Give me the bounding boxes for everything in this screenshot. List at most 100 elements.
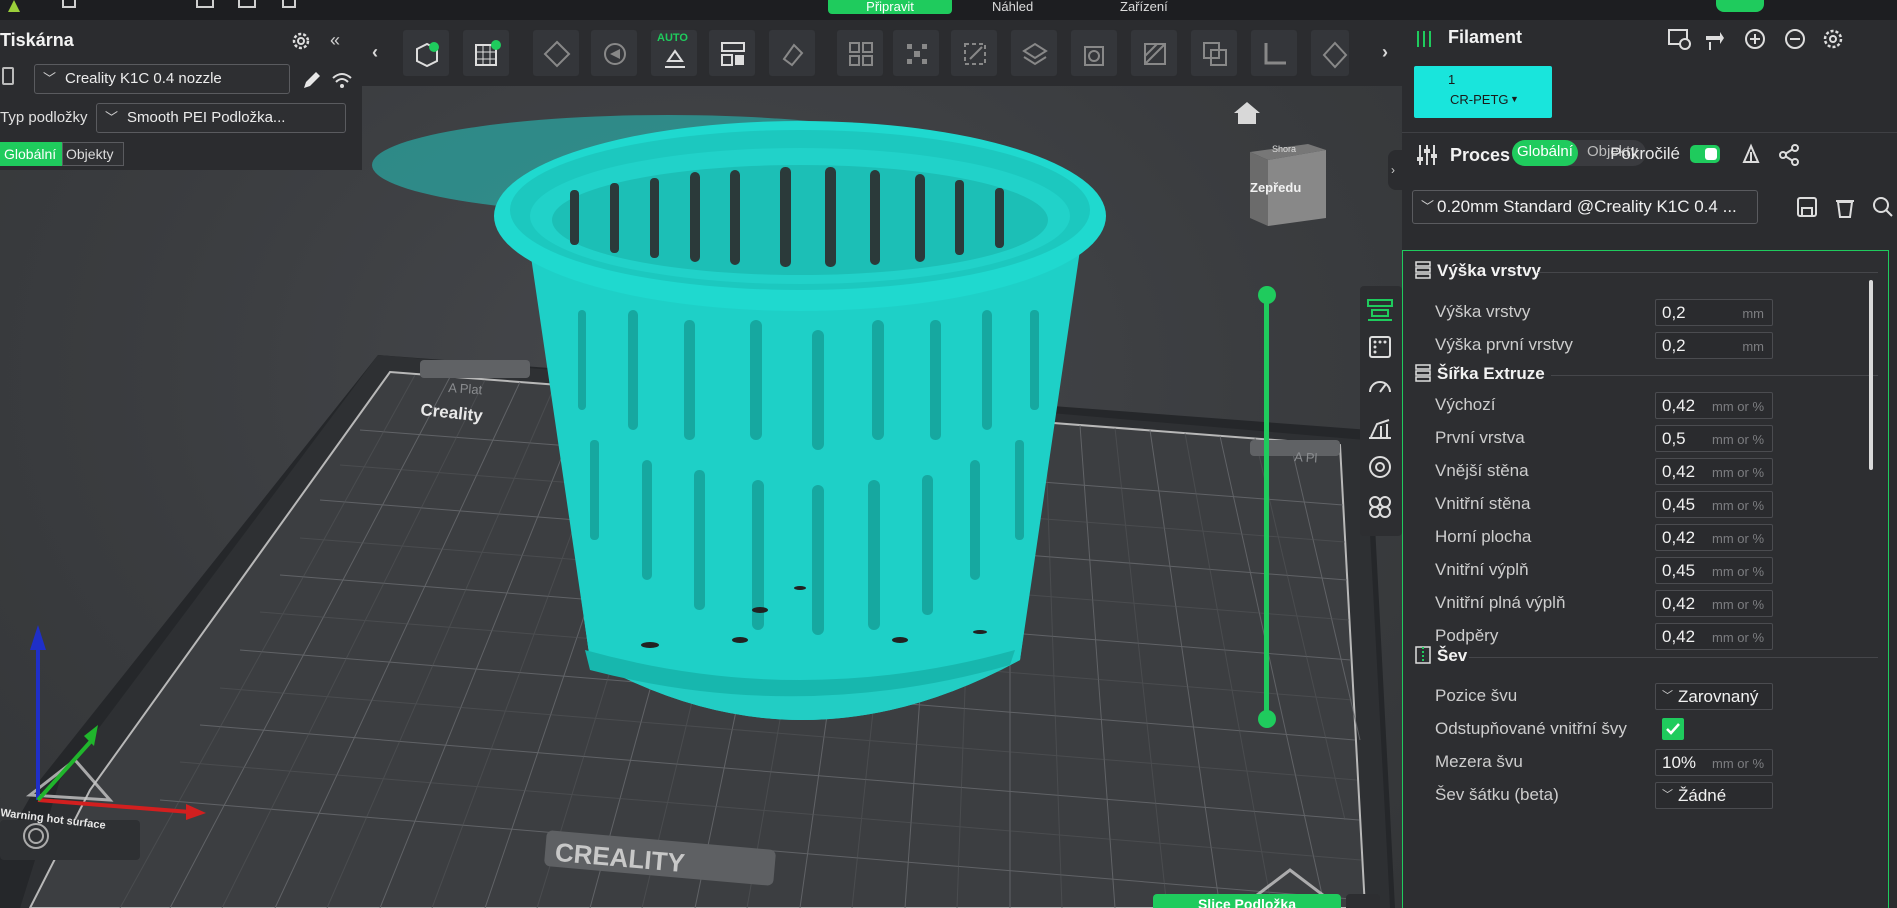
add-filament-icon[interactable] [1742,26,1768,52]
add-object-button[interactable] [402,29,450,77]
support-width-input[interactable]: 0,42 mm or % [1655,623,1773,650]
tab-preview[interactable]: Náhled [992,0,1062,14]
panel-divider [1402,132,1897,133]
cube-top-label: Shora [1272,144,1296,154]
save-icon[interactable] [196,0,214,8]
support-icon[interactable] [1365,412,1395,442]
paint-button[interactable] [768,29,816,77]
top-bar: Připravit Náhled Zařízení [0,0,1897,20]
filament-settings-gear-icon[interactable] [1820,26,1846,52]
scale-button[interactable] [950,29,998,77]
first-layer-height-input[interactable]: 0,2 mm [1655,332,1773,359]
boolean-button[interactable] [1190,29,1238,77]
printer-settings-gear-icon[interactable] [290,30,312,52]
section-line [1538,272,1878,273]
delete-preset-icon[interactable] [1832,194,1858,220]
seam-paint-button[interactable] [1130,29,1178,77]
toolbar-scroll-left-icon[interactable]: ‹ [372,42,378,63]
right-settings-panel: Filament 1 CR-PETG ▼ Proces Globální Obj… [1402,20,1897,908]
multimaterial-icon[interactable] [1365,492,1395,522]
scarf-seam-select[interactable]: ﹀ Žádné [1655,782,1773,809]
advanced-switch[interactable] [1690,145,1720,163]
process-preset-select[interactable]: ﹀ 0.20mm Standard @Creality K1C 0.4 ... [1412,190,1758,224]
printer-title: Tiskárna [0,30,74,50]
save-preset-icon[interactable] [1794,194,1820,220]
file-menu-icon[interactable] [62,0,76,8]
inner-wall-width-label: Vnitřní stěna [1435,494,1531,513]
measure-button[interactable] [1250,29,1298,77]
remove-filament-icon[interactable] [1782,26,1808,52]
outer-wall-width-input[interactable]: 0,42 mm or % [1655,458,1773,485]
process-settings-list[interactable]: Výška vrstvy Výška vrstvy 0,2 mm Výška pr… [1402,250,1889,908]
chevron-down-icon: ﹀ [1421,199,1435,214]
advanced-label: Pokročilé [1610,144,1680,163]
filament-dryer-icon[interactable] [1702,26,1728,52]
filament-title: Filament [1448,27,1523,47]
tab-device[interactable]: Zařízení [1120,0,1200,14]
seam-gap-input[interactable]: 10% mm or % [1655,749,1773,776]
layer-height-icon[interactable] [1365,294,1395,324]
line-width-section-icon [1415,364,1431,382]
layer-slider-track[interactable] [1264,294,1269,720]
filament-sync-icon[interactable] [1666,26,1692,52]
tab-prepare[interactable]: Připravit [828,0,952,14]
wall-icon[interactable] [1365,332,1395,362]
top-surface-width-input[interactable]: 0,42 mm or % [1655,524,1773,551]
arrange-button[interactable] [532,29,580,77]
staggered-seams-checkbox[interactable] [1662,718,1684,740]
scope-global-toggle[interactable]: Globální [0,142,62,166]
filament-slot-card[interactable]: 1 CR-PETG ▼ [1414,66,1552,118]
slice-plate-button[interactable]: Slice Podložka [1153,894,1341,908]
undo-icon[interactable] [238,0,256,8]
speed-icon[interactable] [1365,372,1395,402]
wifi-icon[interactable] [330,68,354,92]
split-button[interactable] [836,29,884,77]
layer-height-input[interactable]: 0,2 mm [1655,299,1773,326]
inner-wall-width-input[interactable]: 0,45 mm or % [1655,491,1773,518]
hollow-button[interactable] [1070,29,1118,77]
variable-layer-button[interactable] [892,29,940,77]
process-title: Proces [1450,145,1511,165]
others-icon[interactable] [1365,452,1395,482]
plate-label: A Plat [448,380,483,397]
bed-type-label: Typ podložky [0,109,88,126]
collapse-right-arrow[interactable]: › [1388,150,1402,190]
compare-presets-icon[interactable] [1738,142,1764,168]
checkmark-icon [1666,723,1680,735]
process-sliders-icon [1417,145,1437,165]
first-layer-width-input[interactable]: 0,5 mm or % [1655,425,1773,452]
upload-button[interactable] [1716,0,1764,12]
toolbar-scroll-right-icon[interactable]: › [1382,42,1388,63]
auto-orient-button[interactable]: AUTO [650,29,698,77]
slicer-window: Připravit Náhled Zařízení CREALITY Creal… [0,0,1897,908]
plate-label-right: A Pl [1294,449,1318,466]
redo-icon[interactable] [282,0,296,8]
filament-slot-number: 1 [1448,72,1456,87]
slice-options-button[interactable] [1346,894,1380,908]
share-preset-icon[interactable] [1776,142,1802,168]
cut-button[interactable] [1010,29,1058,77]
default-width-input[interactable]: 0,42 mm or % [1655,392,1773,419]
orient-button[interactable] [590,29,638,77]
bed-type-select[interactable]: ﹀ Smooth PEI Podložka... [96,103,346,133]
sparse-infill-width-input[interactable]: 0,45 mm or % [1655,557,1773,584]
side-toolbar [1360,286,1402,536]
support-paint-button[interactable] [1310,29,1350,77]
search-icon[interactable] [1870,194,1896,220]
settings-scrollbar[interactable] [1869,280,1873,470]
layout-button[interactable] [708,29,756,77]
process-global-toggle[interactable]: Globální [1512,140,1578,166]
add-plate-button[interactable] [462,29,510,77]
chevron-down-icon: ﹀ [105,110,119,125]
printer-select[interactable]: ﹀ Creality K1C 0.4 nozzle [34,64,290,94]
filament-spool-icon [1417,31,1431,47]
layer-slider-top-handle[interactable] [1258,286,1276,304]
solid-infill-width-input[interactable]: 0,42 mm or % [1655,590,1773,617]
seam-position-select[interactable]: ﹀ Zarovnaný [1655,683,1773,710]
layer-slider-bottom-handle[interactable] [1258,710,1276,728]
home-icon[interactable] [1232,100,1262,126]
view-cube[interactable]: Shora Zepředu [1244,138,1330,230]
scope-objects-toggle[interactable]: Objekty [62,142,124,166]
collapse-panel-icon[interactable]: « [330,30,340,51]
edit-printer-icon[interactable] [295,65,327,97]
